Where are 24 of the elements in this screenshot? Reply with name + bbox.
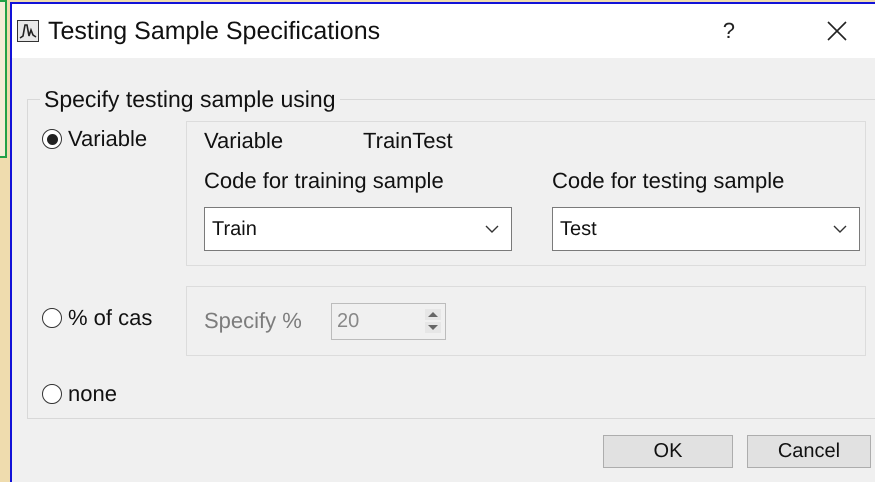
radio-label: % of cas bbox=[68, 308, 152, 328]
percent-label: Specify % bbox=[204, 308, 303, 334]
dialog-button[interactable]: Cancel bbox=[747, 435, 871, 468]
dropdown-field[interactable]: Train bbox=[204, 207, 512, 251]
radio-button[interactable] bbox=[42, 308, 62, 328]
radio-label: Variable bbox=[68, 129, 148, 149]
window-title: Testing Sample Specifications bbox=[48, 16, 380, 46]
radio-label: none bbox=[68, 384, 117, 404]
waveform-icon bbox=[17, 20, 39, 42]
spin-down-button[interactable] bbox=[425, 322, 441, 333]
radio-button[interactable] bbox=[42, 129, 62, 149]
dropdown-field[interactable]: Test bbox=[552, 207, 860, 251]
spin-up-button[interactable] bbox=[425, 309, 441, 320]
field-label: Code for testing sample bbox=[552, 168, 786, 193]
dialog-button[interactable]: OK bbox=[603, 435, 733, 468]
chevron-down-icon[interactable] bbox=[485, 225, 499, 233]
close-icon[interactable] bbox=[827, 21, 847, 41]
variable-label: Variable bbox=[204, 128, 284, 155]
radio-button[interactable] bbox=[42, 384, 62, 404]
help-button[interactable]: ? bbox=[718, 18, 739, 44]
group-legend: Specify testing sample using bbox=[40, 86, 340, 113]
variable-value: TrainTest bbox=[363, 128, 453, 155]
field-label: Code for training sample bbox=[204, 168, 445, 193]
chevron-down-icon[interactable] bbox=[833, 225, 847, 233]
